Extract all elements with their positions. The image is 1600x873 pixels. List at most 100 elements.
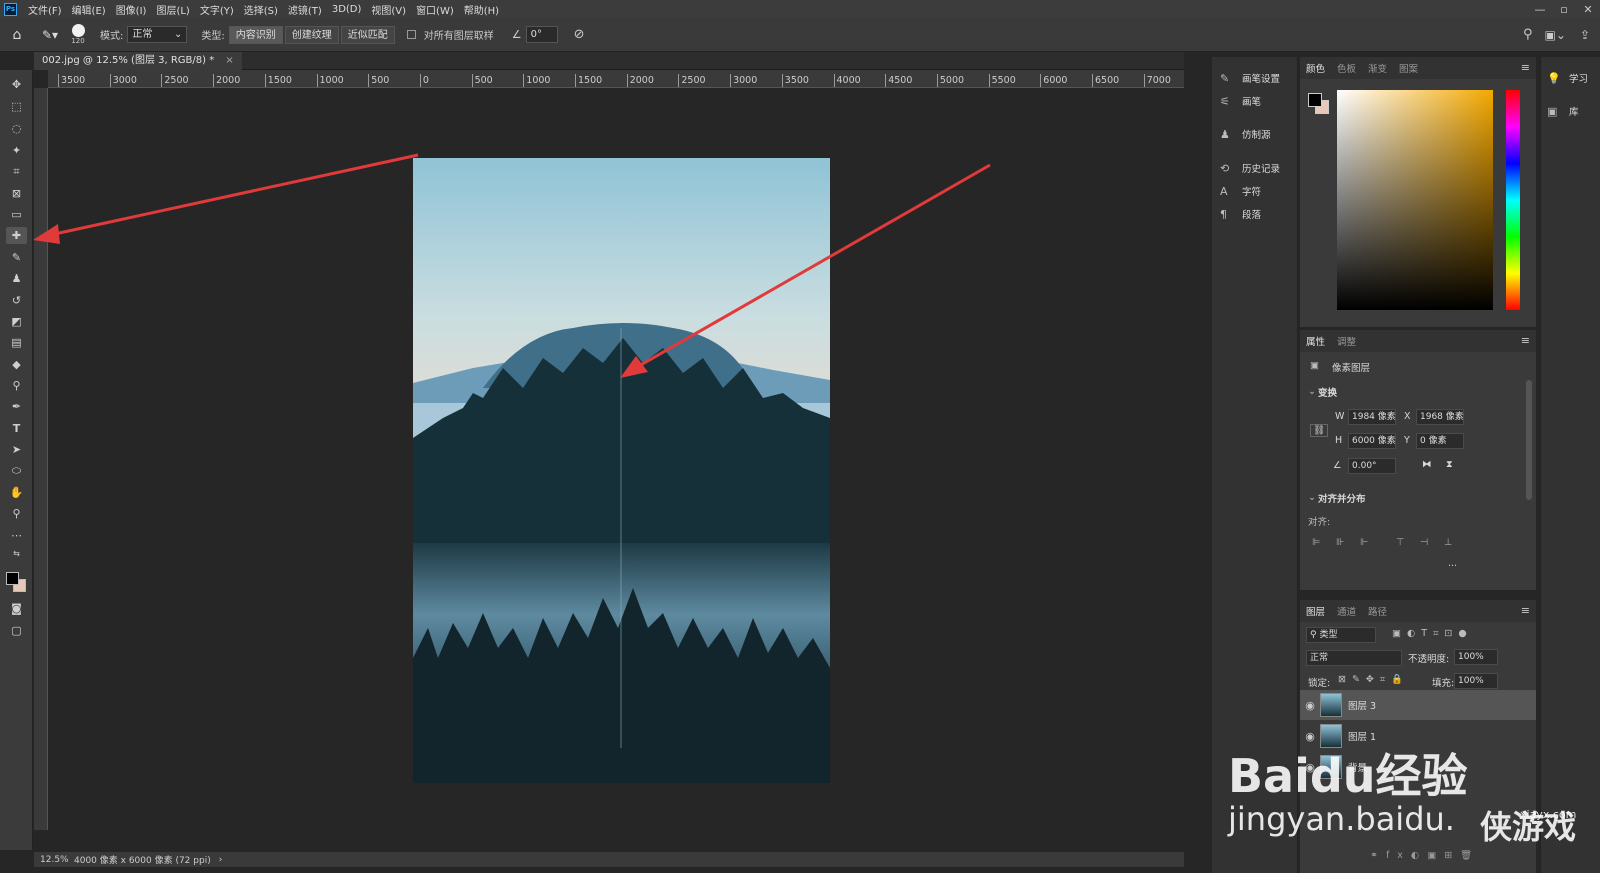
move-tool-icon[interactable]: ✥ — [6, 76, 27, 93]
panel-brush-settings[interactable]: ✎ 画笔设置 — [1220, 69, 1296, 87]
layer-row[interactable]: ◉ 图层 3 — [1300, 690, 1536, 720]
proximity-match-button[interactable]: 近似匹配 — [340, 25, 395, 44]
h-input[interactable]: 6000 像素 — [1348, 433, 1396, 449]
lock-icons[interactable]: ⊠✎✥⌗🔒 — [1338, 674, 1409, 685]
tab-channels[interactable]: 通道 — [1331, 604, 1362, 618]
blur-tool-icon[interactable]: ◆ — [6, 356, 27, 373]
panel-history[interactable]: ⟲ 历史记录 — [1220, 159, 1296, 177]
history-brush-tool-icon[interactable]: ↺ — [6, 292, 27, 309]
tab-adjustments[interactable]: 调整 — [1331, 334, 1362, 348]
fg-color-chip[interactable] — [1308, 93, 1322, 107]
mode-select[interactable]: 正常 ⌄ — [127, 26, 188, 43]
menu-3d[interactable]: 3D(D) — [327, 4, 367, 15]
brush-tool-icon[interactable]: ✎ — [6, 249, 27, 266]
healing-brush-tool-icon[interactable]: ✚ — [6, 227, 27, 244]
menu-window[interactable]: 窗口(W) — [411, 2, 459, 17]
flip-horizontal-icon[interactable]: ⧓ — [1422, 459, 1432, 470]
screen-mode-icon[interactable]: ▢ — [6, 622, 27, 639]
healing-brush-preset-icon[interactable]: ✎▾ — [34, 28, 66, 42]
layer-filter-select[interactable]: ⚲ 类型 — [1306, 627, 1376, 643]
pressure-icon[interactable]: ⊘ — [574, 27, 585, 42]
tab-color[interactable]: 颜色 — [1300, 61, 1331, 75]
home-icon[interactable]: ⌂ — [0, 27, 34, 43]
panel-paragraph[interactable]: ¶ 段落 — [1220, 205, 1296, 223]
align-left-icon[interactable]: ⊫ — [1312, 537, 1320, 548]
foreground-color-swatch[interactable] — [6, 572, 19, 585]
align-top-icon[interactable]: ⊤ — [1396, 537, 1404, 548]
menu-select[interactable]: 选择(S) — [239, 2, 283, 17]
restore-button[interactable]: ▫ — [1552, 3, 1576, 16]
hand-tool-icon[interactable]: ✋ — [6, 484, 27, 501]
align-right-icon[interactable]: ⊩ — [1360, 537, 1368, 548]
document-image[interactable] — [413, 158, 830, 783]
crop-tool-icon[interactable]: ⌗ — [6, 163, 27, 180]
content-aware-button[interactable]: 内容识别 — [228, 25, 283, 44]
pen-tool-icon[interactable]: ✒ — [6, 398, 27, 415]
y-input[interactable]: 0 像素 — [1416, 433, 1464, 449]
collapse-align-icon[interactable]: ⌄ — [1308, 492, 1316, 503]
layer-filter-icons[interactable]: ▣◐T⌗⊡● — [1392, 628, 1473, 639]
tab-swatches[interactable]: 色板 — [1331, 61, 1362, 75]
layer-footer-icons[interactable]: ⚭fx◐▣⊞🗑 — [1370, 850, 1480, 861]
menu-edit[interactable]: 编辑(E) — [67, 2, 111, 17]
close-tab-icon[interactable]: × — [225, 55, 233, 66]
w-input[interactable]: 1984 像素 — [1348, 409, 1396, 425]
align-hcenter-icon[interactable]: ⊪ — [1336, 537, 1344, 548]
search-icon[interactable]: ⚲ — [1523, 27, 1533, 42]
more-options-button[interactable]: ... — [1448, 558, 1457, 569]
panel-brushes[interactable]: ⚟ 画笔 — [1220, 92, 1296, 110]
x-input[interactable]: 1968 像素 — [1416, 409, 1464, 425]
panel-library[interactable]: ▣ 库 — [1547, 102, 1600, 120]
dodge-tool-icon[interactable]: ⚲ — [6, 377, 27, 394]
menu-image[interactable]: 图像(I) — [111, 2, 152, 17]
menu-filter[interactable]: 滤镜(T) — [283, 2, 327, 17]
gradient-tool-icon[interactable]: ▤ — [6, 334, 27, 351]
share-icon[interactable]: ⇪ — [1580, 28, 1590, 42]
link-icon[interactable]: ⛓ — [1310, 424, 1329, 437]
lasso-tool-icon[interactable]: ◌ — [6, 120, 27, 137]
flip-vertical-icon[interactable]: ⧗ — [1446, 459, 1453, 470]
type-tool-icon[interactable]: T — [6, 420, 27, 437]
sample-all-checkbox[interactable] — [406, 30, 416, 39]
eyedropper-tool-icon[interactable]: ▭ — [6, 206, 27, 223]
minimize-button[interactable]: — — [1528, 3, 1552, 16]
panel-character[interactable]: A 字符 — [1220, 182, 1296, 200]
visibility-eye-icon[interactable]: ◉ — [1300, 699, 1320, 712]
panel-menu-icon[interactable]: ≡ — [1521, 334, 1530, 347]
tab-paths[interactable]: 路径 — [1362, 604, 1393, 618]
frame-tool-icon[interactable]: ⊠ — [6, 185, 27, 202]
workspace-icon[interactable]: ▣⌄ — [1545, 28, 1566, 42]
color-field[interactable] — [1337, 90, 1493, 310]
path-select-tool-icon[interactable]: ➤ — [6, 441, 27, 458]
stamp-tool-icon[interactable]: ♟ — [6, 270, 27, 287]
close-button[interactable]: ✕ — [1576, 3, 1600, 16]
panel-menu-icon[interactable]: ≡ — [1521, 61, 1530, 74]
document-tab[interactable]: 002.jpg @ 12.5% (图层 3, RGB/8) * × — [34, 52, 242, 70]
panel-clone-source[interactable]: ♟ 仿制源 — [1220, 125, 1296, 143]
tab-layers[interactable]: 图层 — [1300, 604, 1331, 618]
quick-select-tool-icon[interactable]: ✦ — [6, 142, 27, 159]
menu-type[interactable]: 文字(Y) — [195, 2, 239, 17]
zoom-tool-icon[interactable]: ⚲ — [6, 505, 27, 522]
fill-input[interactable]: 100% — [1454, 673, 1498, 689]
angle-input[interactable]: 0.00° — [1348, 458, 1396, 474]
shape-tool-icon[interactable]: ⬭ — [6, 462, 27, 479]
align-bottom-icon[interactable]: ⊥ — [1444, 537, 1452, 548]
marquee-tool-icon[interactable]: ⬚ — [6, 98, 27, 115]
quick-mask-icon[interactable]: ◙ — [6, 600, 27, 617]
brush-size-picker[interactable]: 120 — [66, 24, 90, 45]
menu-file[interactable]: 文件(F) — [23, 2, 67, 17]
opacity-input[interactable]: 100% — [1454, 649, 1498, 665]
blend-mode-select[interactable]: 正常 — [1306, 650, 1402, 666]
status-menu-arrow[interactable]: › — [219, 855, 223, 865]
panel-menu-icon[interactable]: ≡ — [1521, 604, 1530, 617]
menu-layer[interactable]: 图层(L) — [151, 2, 194, 17]
eraser-tool-icon[interactable]: ◩ — [6, 313, 27, 330]
tab-gradients[interactable]: 渐变 — [1362, 61, 1393, 75]
hue-slider[interactable] — [1506, 90, 1520, 310]
panel-learn[interactable]: 💡 学习 — [1547, 69, 1600, 87]
tab-properties[interactable]: 属性 — [1300, 334, 1331, 348]
tab-patterns[interactable]: 图案 — [1393, 61, 1424, 75]
menu-help[interactable]: 帮助(H) — [459, 2, 504, 17]
zoom-level[interactable]: 12.5% — [34, 855, 74, 865]
